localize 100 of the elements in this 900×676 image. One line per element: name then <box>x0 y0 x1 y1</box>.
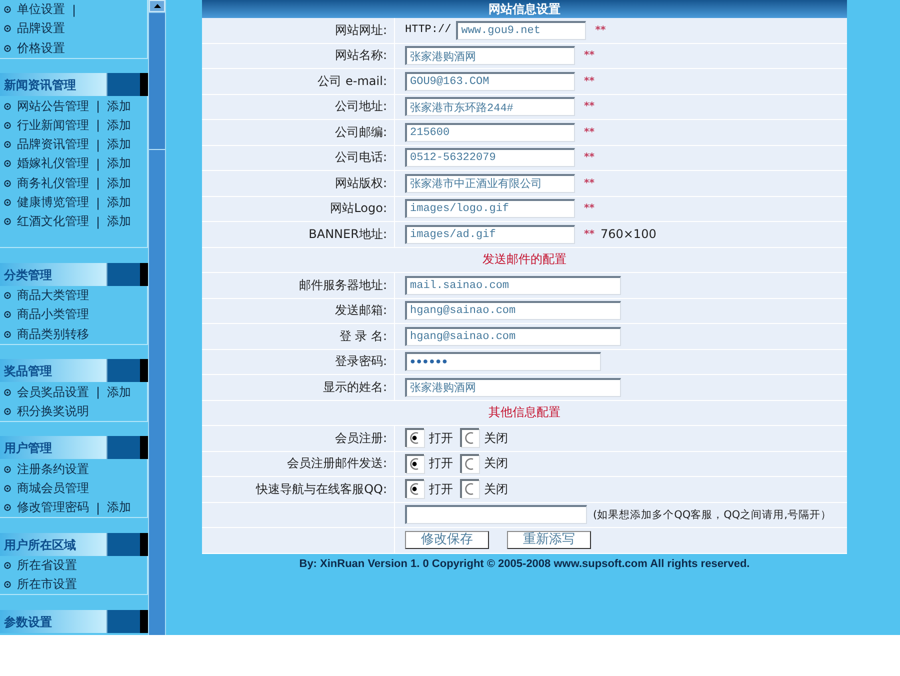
radio-button[interactable] <box>460 428 480 448</box>
link-separator: | <box>96 99 100 114</box>
link-separator: | <box>96 176 100 190</box>
menu-link[interactable]: 健康博览管理 <box>17 194 89 212</box>
menu-link[interactable]: 所在省设置 <box>17 556 77 574</box>
field-label: 公司 e-mail: <box>318 72 387 90</box>
menu-link[interactable]: 单位设置 <box>17 1 65 18</box>
field-label: 会员注册: <box>334 430 387 447</box>
field-label: BANNER地址: <box>308 226 387 243</box>
add-link[interactable]: 添加 <box>107 98 132 115</box>
menu-section-header[interactable]: 分类管理 <box>0 262 148 286</box>
menu-link[interactable]: 红酒文化管理 <box>17 213 89 230</box>
add-link[interactable]: 添加 <box>107 499 132 516</box>
text-field[interactable]: 张家港市中正酒业有限公司 <box>405 174 575 193</box>
bullet-icon <box>4 180 11 187</box>
add-link[interactable]: 添加 <box>107 194 132 212</box>
required-mark: ** <box>584 50 594 62</box>
menu-link[interactable]: 商务礼仪管理 <box>17 174 89 192</box>
text-field[interactable]: hgang@sainao.com <box>405 301 621 320</box>
menu-section-header[interactable]: 参数设置 <box>0 610 148 633</box>
link-separator: | <box>72 2 76 17</box>
bullet-icon <box>4 330 11 338</box>
menu-section-header[interactable]: 用户管理 <box>0 436 148 460</box>
radio-label: 关闭 <box>484 430 508 447</box>
bullet-icon <box>4 562 11 569</box>
bullet-icon <box>4 141 11 148</box>
panel-title: 网站信息设置 <box>202 0 847 18</box>
required-mark: ** <box>584 203 594 214</box>
bullet-icon <box>4 6 11 14</box>
field-label: 公司地址: <box>334 98 387 116</box>
bullet-icon <box>4 311 11 318</box>
bullet-icon <box>4 388 11 396</box>
add-link[interactable]: 添加 <box>107 384 132 400</box>
text-field[interactable]: GOU9@163.COM <box>405 72 575 91</box>
bullet-icon <box>4 102 11 110</box>
add-link[interactable]: 添加 <box>107 116 132 134</box>
bullet-icon <box>4 292 11 300</box>
radio-button[interactable] <box>460 479 480 500</box>
menu-link[interactable]: 商品大类管理 <box>17 287 89 304</box>
text-field[interactable]: mail.sainao.com <box>405 276 621 295</box>
menu-link[interactable]: 商品类别转移 <box>17 326 89 343</box>
radio-button[interactable] <box>405 428 425 448</box>
required-mark: ** <box>584 228 594 240</box>
add-link[interactable]: 添加 <box>107 136 132 154</box>
text-field[interactable]: 张家港购酒网 <box>405 378 621 397</box>
text-field[interactable]: 张家港市东环路244# <box>405 97 575 116</box>
field-label: 网站Logo: <box>330 200 387 218</box>
menu-link[interactable]: 品牌设置 <box>17 20 65 38</box>
add-link[interactable]: 添加 <box>107 174 132 192</box>
scroll-up-button[interactable] <box>149 0 165 12</box>
radio-button[interactable] <box>405 479 425 500</box>
field-label: 快速导航与在线客服QQ: <box>256 480 387 498</box>
text-field[interactable]: 0512-56322079 <box>405 148 575 168</box>
menu-section-header[interactable]: 新闻资讯管理 <box>0 73 148 96</box>
bullet-icon <box>4 218 11 226</box>
radio-label: 关闭 <box>484 480 508 498</box>
add-link[interactable]: 添加 <box>107 213 132 230</box>
field-label: 网站版权: <box>334 174 387 192</box>
field-label: 邮件服务器地址: <box>298 276 387 294</box>
text-field[interactable]: images/ad.gif <box>405 224 575 244</box>
menu-section-header[interactable]: 奖品管理 <box>0 359 148 382</box>
scrollbar-thumb[interactable] <box>149 12 165 150</box>
password-field[interactable]: ●●●●●● <box>405 352 601 372</box>
radio-button[interactable] <box>405 454 425 474</box>
text-field[interactable]: www.gou9.net <box>456 20 586 40</box>
menu-link[interactable]: 注册条约设置 <box>17 460 89 478</box>
bullet-icon <box>4 408 11 415</box>
menu-link[interactable]: 网站公告管理 <box>17 98 89 115</box>
link-separator: | <box>96 138 100 152</box>
menu-link[interactable]: 商城会员管理 <box>17 480 89 497</box>
menu-link[interactable]: 所在市设置 <box>17 576 77 594</box>
required-mark: ** <box>595 24 606 36</box>
hint-text: 760×100 <box>600 227 656 242</box>
field-label: 发送邮箱: <box>334 302 387 320</box>
triangle-up-icon <box>154 4 160 8</box>
text-field[interactable]: 张家港购酒网 <box>405 46 575 66</box>
field-label: 公司电话: <box>334 149 387 166</box>
text-field[interactable]: 215600 <box>405 122 575 142</box>
bullet-icon <box>4 504 11 512</box>
form-button[interactable]: 重新添写 <box>507 531 591 550</box>
field-label: 登 录 名: <box>339 328 387 345</box>
text-field[interactable]: hgang@sainao.com <box>405 326 621 346</box>
menu-link[interactable]: 商品小类管理 <box>17 306 89 324</box>
text-field[interactable]: images/logo.gif <box>405 199 575 218</box>
form-button[interactable]: 修改保存 <box>405 531 489 550</box>
menu-link[interactable]: 行业新闻管理 <box>17 116 89 134</box>
menu-link[interactable]: 婚嫁礼仪管理 <box>17 155 89 172</box>
radio-button[interactable] <box>460 454 480 474</box>
bullet-icon <box>4 199 11 206</box>
menu-section-header[interactable]: 用户所在区域 <box>0 532 148 556</box>
menu-link[interactable]: 积分换奖说明 <box>17 402 89 420</box>
menu-link[interactable]: 修改管理密码 <box>17 499 89 516</box>
menu-link[interactable]: 品牌资讯管理 <box>17 136 89 154</box>
text-field[interactable] <box>405 505 587 524</box>
field-label: 公司邮编: <box>334 124 387 141</box>
add-link[interactable]: 添加 <box>107 155 132 172</box>
menu-link[interactable]: 会员奖品设置 <box>17 384 89 400</box>
menu-link[interactable]: 价格设置 <box>17 40 65 57</box>
bullet-icon <box>4 25 11 32</box>
link-separator: | <box>96 156 100 171</box>
